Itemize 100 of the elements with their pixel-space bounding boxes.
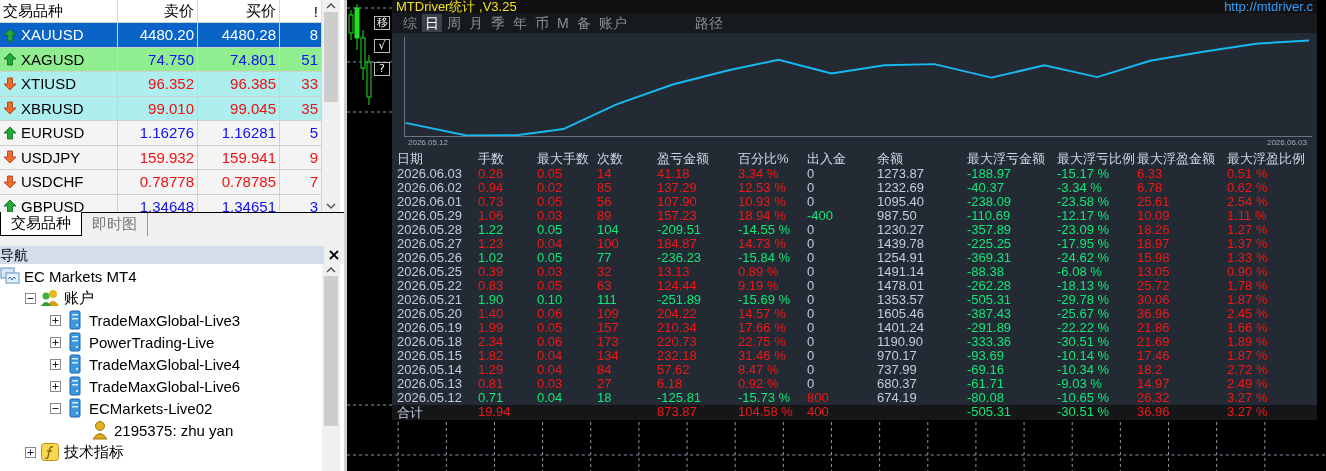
table-cell-text: 21.69 (1137, 335, 1171, 349)
chart-button[interactable]: 移 (374, 16, 390, 30)
table-cell-text: 10.09 (1137, 209, 1171, 223)
expand-toggle[interactable] (50, 380, 61, 392)
period-tab[interactable]: 综 (400, 14, 420, 32)
period-tab[interactable]: 币 (532, 14, 552, 32)
tree-item[interactable]: PowerTrading-Live (89, 333, 215, 351)
table-cell-text: -30.51 % (1057, 405, 1111, 420)
scroll-up-icon[interactable] (326, 2, 336, 10)
table-cell-text: 0.06 (537, 335, 564, 349)
table-cell-text: 134 (597, 349, 620, 363)
tree-item[interactable]: EC Markets MT4 (24, 267, 137, 285)
table-cell-text: 0.06 (537, 307, 564, 321)
column-header: 手数 (478, 150, 505, 167)
symbol-name: XAGUSD (21, 50, 85, 68)
table-cell-text: -15.73 % (738, 391, 792, 405)
bid-price: 74.750 (118, 47, 198, 71)
tree-item[interactable]: 2195375: zhu yan (114, 421, 234, 439)
symbol-row[interactable]: XTIUSD 96.352 96.385 33 (0, 72, 322, 97)
expand-toggle[interactable] (50, 336, 61, 348)
chart-button[interactable]: ? (374, 62, 390, 76)
period-tab[interactable]: 月 (466, 14, 486, 32)
tree-item[interactable]: ECMarkets-Live02 (89, 399, 213, 417)
table-cell-text: 1232.69 (877, 181, 925, 195)
table-cell-text: 17.66 % (738, 321, 787, 335)
table-cell-text: 0 (807, 279, 816, 293)
table-cell-text: 2026.05.28 (397, 223, 464, 237)
table-cell-text: -23.09 % (1057, 223, 1111, 237)
symbol-row[interactable]: USDCHF 0.78778 0.78785 7 (0, 170, 322, 195)
website-link[interactable]: http://mtdriver.c (1224, 0, 1313, 13)
table-cell-text: -17.95 % (1057, 237, 1111, 251)
period-tab[interactable]: 账户 (595, 14, 630, 32)
table-cell-text: 0.05 (537, 223, 564, 237)
table-cell-text: 2.34 (478, 335, 505, 349)
table-cell-text: 1.02 (478, 251, 505, 265)
chart-button[interactable]: √ (374, 39, 390, 53)
expand-toggle[interactable] (50, 314, 61, 326)
path-tab[interactable]: 路径 (691, 14, 726, 32)
table-cell-text: 1.29 (478, 363, 505, 377)
period-tab[interactable]: 备 (573, 14, 594, 32)
scrollbar[interactable] (322, 264, 340, 471)
panel-tab[interactable]: 即时图 (82, 213, 148, 236)
table-cell-text: 2026.06.01 (397, 195, 464, 209)
period-tab[interactable]: M (554, 14, 572, 32)
tree-item[interactable]: 账户 (64, 288, 94, 308)
scroll-up-icon[interactable] (326, 266, 336, 274)
table-cell-text: 1605.46 (877, 307, 925, 321)
table-cell-text: 1.06 (478, 209, 505, 223)
column-header[interactable]: 买价 (198, 0, 280, 22)
period-tab[interactable]: 年 (510, 14, 530, 32)
close-icon[interactable] (329, 250, 339, 260)
period-tab[interactable]: 季 (488, 14, 508, 32)
collapse-toggle[interactable] (25, 292, 36, 304)
table-cell-text: -251.89 (657, 293, 703, 307)
scroll-down-icon[interactable] (326, 202, 336, 210)
table-cell-text: -125.81 (657, 391, 703, 405)
table-cell-text: 2026.05.20 (397, 307, 464, 321)
symbol-name: XTIUSD (21, 75, 76, 93)
column-header[interactable]: 卖价 (118, 0, 198, 22)
table-cell-text: 1.27 % (1227, 223, 1269, 237)
table-cell-text: 0 (807, 335, 816, 349)
tree-item[interactable]: 技术指标 (64, 442, 124, 462)
table-cell-text: 0 (807, 181, 816, 195)
collapse-toggle[interactable] (50, 402, 61, 414)
table-cell-text: 137.29 (657, 181, 698, 195)
panel-tab[interactable]: 交易品种 (0, 212, 82, 236)
bid-price: 4480.20 (118, 23, 198, 47)
table-cell-text: 1230.27 (877, 223, 925, 237)
table-cell-text: 41.18 (657, 167, 691, 181)
tree-item[interactable]: TradeMaxGlobal-Live6 (89, 377, 241, 395)
table-cell-text: 680.37 (877, 377, 918, 391)
symbol-row[interactable]: XBRUSD 99.010 99.045 35 (0, 96, 322, 121)
function-icon (40, 442, 60, 462)
period-tab[interactable]: 周 (444, 14, 464, 32)
column-header: 出入金 (807, 150, 847, 167)
tree-item[interactable]: TradeMaxGlobal-Live4 (89, 355, 241, 373)
column-header[interactable]: 交易品种 (0, 0, 118, 22)
period-tab[interactable]: 日 (422, 14, 442, 32)
symbol-row[interactable]: XAGUSD 74.750 74.801 51 (0, 47, 322, 72)
table-cell-text: 1254.91 (877, 251, 925, 265)
scrollbar[interactable] (322, 0, 340, 212)
table-cell-text: 109 (597, 307, 620, 321)
table-cell-text: 210.34 (657, 321, 698, 335)
bid-price: 99.010 (118, 96, 198, 120)
table-cell-text: 0 (807, 167, 816, 181)
table-cell-text: 2026.05.26 (397, 251, 464, 265)
symbol-row[interactable]: USDJPY 159.932 159.941 9 (0, 145, 322, 170)
symbol-row[interactable]: EURUSD 1.16276 1.16281 5 (0, 121, 322, 146)
table-cell-text: 1273.87 (877, 167, 925, 181)
table-cell-text: 9.19 % (738, 279, 780, 293)
symbol-name: USDCHF (21, 173, 84, 191)
expand-toggle[interactable] (25, 446, 36, 458)
tree-item[interactable]: TradeMaxGlobal-Live3 (89, 311, 241, 329)
table-cell-text: 0.62 % (1227, 181, 1269, 195)
symbol-row[interactable]: XAUUSD 4480.20 4480.28 8 (0, 23, 322, 48)
table-cell-text: 15.98 (1137, 251, 1171, 265)
table-cell-text: -387.43 (967, 307, 1013, 321)
table-cell-text: 1401.24 (877, 321, 925, 335)
table-cell-text: 0.05 (537, 251, 564, 265)
expand-toggle[interactable] (50, 358, 61, 370)
